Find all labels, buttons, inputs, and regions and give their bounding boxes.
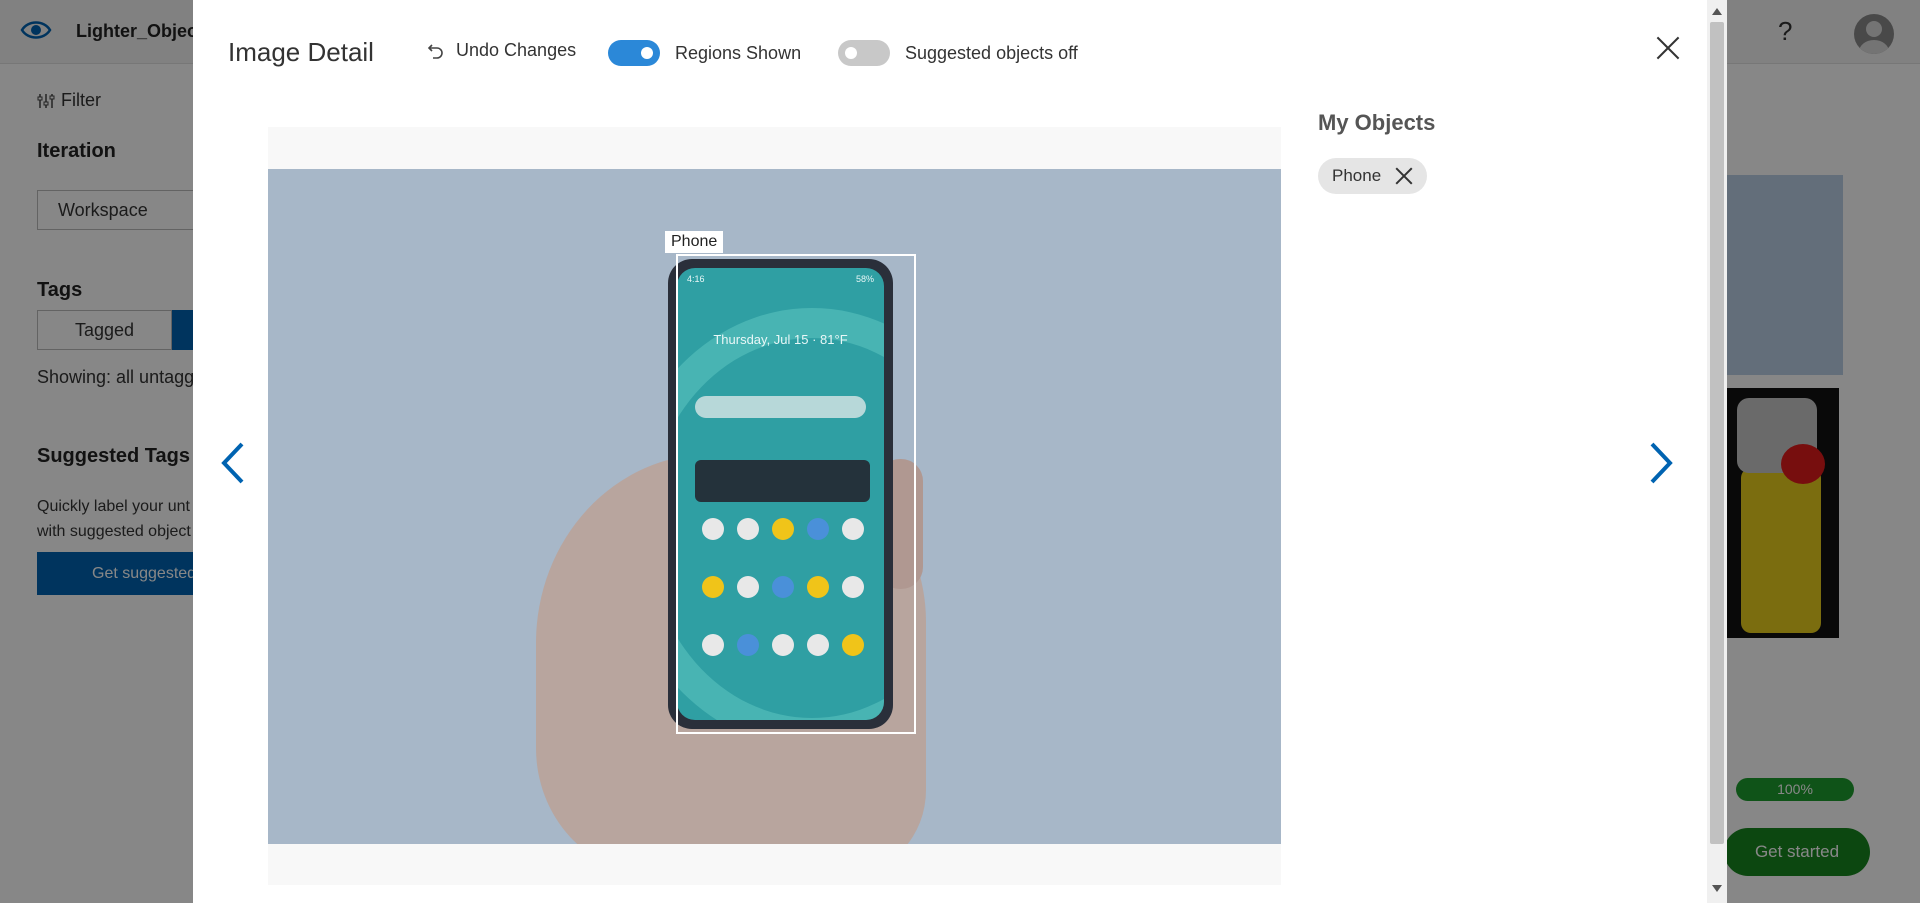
tagged-image[interactable]: 4:16 58% Thursday, Jul 15 · 81°F Phone xyxy=(268,169,1281,844)
my-objects-panel: My Objects Phone xyxy=(1318,110,1648,194)
previous-image-button[interactable] xyxy=(218,440,248,486)
undo-icon xyxy=(427,43,443,59)
remove-tag-icon[interactable] xyxy=(1395,167,1413,185)
object-tag-label: Phone xyxy=(1332,166,1382,185)
chevron-left-icon xyxy=(221,442,244,484)
regions-shown-toggle[interactable]: Regions Shown xyxy=(608,40,801,66)
close-icon[interactable] xyxy=(1655,35,1681,61)
suggested-toggle-switch[interactable] xyxy=(838,40,890,66)
chevron-right-icon xyxy=(1650,442,1673,484)
dialog-header: Image Detail Undo Changes Regions Shown … xyxy=(193,0,1707,104)
regions-toggle-label: Regions Shown xyxy=(675,42,802,63)
undo-changes-label: Undo Changes xyxy=(456,40,577,60)
image-detail-dialog: Image Detail Undo Changes Regions Shown … xyxy=(193,0,1727,903)
undo-changes-button[interactable]: Undo Changes xyxy=(426,40,576,61)
scroll-thumb[interactable] xyxy=(1710,22,1724,844)
object-tag-chip[interactable]: Phone xyxy=(1318,158,1428,194)
my-objects-title: My Objects xyxy=(1318,110,1436,135)
regions-toggle-switch[interactable] xyxy=(608,40,660,66)
scroll-up-icon[interactable] xyxy=(1712,8,1722,15)
image-viewer: 4:16 58% Thursday, Jul 15 · 81°F Phone xyxy=(268,127,1281,885)
dialog-scrollbar[interactable] xyxy=(1707,0,1727,903)
scroll-down-icon[interactable] xyxy=(1712,885,1722,892)
next-image-button[interactable] xyxy=(1646,440,1676,486)
region-label[interactable]: Phone xyxy=(665,231,724,253)
region-bounding-box[interactable] xyxy=(676,254,916,734)
dialog-title: Image Detail xyxy=(228,37,374,67)
suggested-toggle-label: Suggested objects off xyxy=(905,42,1078,63)
suggested-objects-toggle[interactable]: Suggested objects off xyxy=(838,40,1078,66)
